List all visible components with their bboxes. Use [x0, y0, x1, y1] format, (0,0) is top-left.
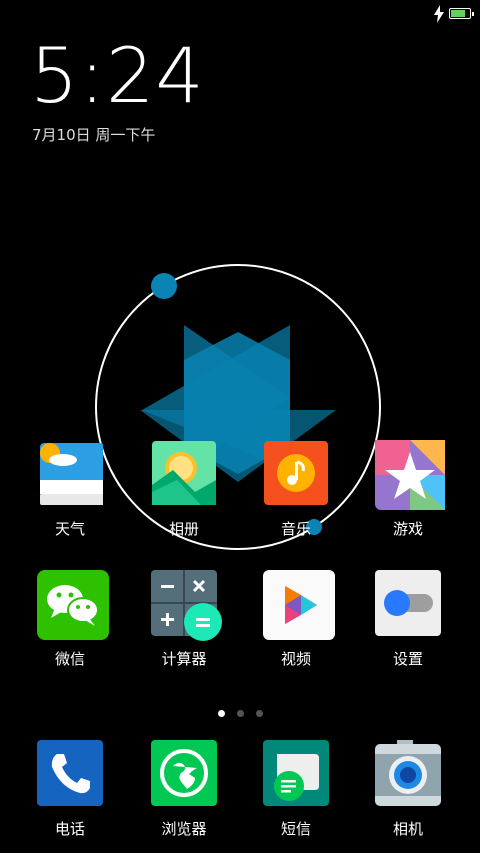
page-dot[interactable]	[255, 710, 263, 717]
app-video[interactable]: 视频	[246, 570, 346, 669]
app-messages[interactable]: 短信	[246, 740, 346, 839]
camera-icon	[375, 738, 441, 806]
page-indicator[interactable]	[0, 702, 480, 721]
app-label: 相机	[392, 820, 423, 838]
app-settings[interactable]: 设置	[358, 570, 458, 669]
page-dot[interactable]	[217, 710, 225, 717]
messages-icon	[263, 740, 329, 806]
status-bar	[0, 0, 480, 28]
battery-icon	[449, 8, 474, 19]
clock-time[interactable]: 5:24	[30, 36, 205, 116]
video-icon	[263, 570, 335, 640]
app-wechat[interactable]: 微信	[20, 570, 120, 669]
app-phone[interactable]: 电话	[20, 740, 120, 839]
clock-date[interactable]: 7月10日 周一下午	[32, 124, 155, 145]
app-games[interactable]: 游戏	[358, 440, 458, 539]
phone-icon	[37, 740, 103, 806]
music-icon	[263, 440, 329, 506]
browser-icon	[151, 740, 217, 806]
app-label: 相册	[168, 520, 199, 538]
app-gallery[interactable]: 相册	[134, 440, 234, 539]
charging-icon	[434, 5, 444, 23]
app-browser[interactable]: 浏览器	[134, 740, 234, 839]
calculator-icon	[151, 570, 222, 641]
settings-icon	[375, 570, 441, 636]
games-icon	[375, 440, 445, 510]
app-label: 浏览器	[161, 820, 207, 838]
widget-dot-large	[151, 273, 177, 299]
app-camera[interactable]: 相机	[358, 738, 458, 839]
app-label: 天气	[54, 520, 85, 538]
page-dot[interactable]	[236, 710, 244, 717]
app-calculator[interactable]: 计算器	[134, 570, 234, 669]
app-label: 计算器	[161, 650, 207, 668]
app-label: 游戏	[392, 520, 423, 538]
app-label: 短信	[280, 820, 311, 838]
app-label: 音乐	[280, 520, 311, 538]
app-label: 微信	[54, 650, 85, 668]
app-label: 电话	[54, 820, 85, 838]
gallery-icon	[151, 440, 217, 506]
app-label: 设置	[392, 650, 423, 668]
app-music[interactable]: 音乐	[246, 440, 346, 539]
app-weather[interactable]: 天气	[20, 440, 120, 539]
weather-icon	[37, 440, 104, 506]
wechat-icon	[37, 570, 109, 640]
app-label: 视频	[280, 650, 311, 668]
